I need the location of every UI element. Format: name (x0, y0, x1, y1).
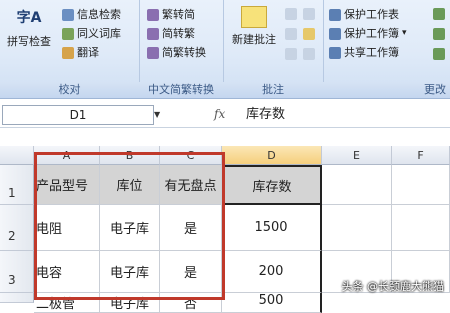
show-all-comments-icon[interactable] (285, 48, 297, 60)
convert-button[interactable]: 简繁转换 (147, 44, 206, 61)
chinese-conversion-group-title: 中文简繁转换 (139, 82, 223, 98)
ribbon: 字A 拼写检查 信息检索 同义词库 翻译 校对 繁转简 简转繁 简繁转换 中文简… (0, 0, 450, 99)
cell-a4[interactable]: 二极管 (34, 293, 100, 313)
cell-a1[interactable]: 产品型号 (34, 165, 100, 205)
to-simplified-button[interactable]: 繁转简 (147, 6, 195, 23)
cell-d1-selected[interactable]: 库存数 (222, 165, 322, 205)
fx-icon[interactable]: fx (214, 107, 225, 121)
name-box[interactable]: D1 (2, 105, 154, 125)
cell-a3[interactable]: 电容 (34, 251, 100, 293)
next-comment-icon[interactable] (285, 28, 297, 40)
proofing-group-title: 校对 (0, 82, 139, 98)
column-header-f[interactable]: F (392, 146, 450, 165)
cell-c1[interactable]: 有无盘点 (160, 165, 222, 205)
comments-group-title: 批注 (223, 82, 323, 98)
spell-check-label: 拼写检查 (7, 35, 51, 48)
new-comment-label: 新建批注 (232, 33, 276, 46)
cell-b3[interactable]: 电子库 (100, 251, 160, 293)
chinese-conversion-group: 繁转简 简转繁 简繁转换 中文简繁转换 (139, 0, 224, 98)
changes-group-title: 更改 (323, 82, 450, 98)
formula-input[interactable]: 库存数 (246, 105, 285, 125)
show-ink-icon[interactable] (303, 48, 315, 60)
convert-icon (147, 46, 159, 59)
watermark-text: 头条 @长颈鹿大熊猫 (341, 280, 445, 293)
watermark: 头条 @长颈鹿大熊猫 (342, 278, 445, 294)
cell-e1[interactable] (322, 165, 392, 205)
research-label: 信息检索 (77, 8, 121, 21)
cell-a2[interactable]: 电阻 (34, 205, 100, 251)
protect-sheet-button[interactable]: 保护工作表 (329, 6, 399, 23)
to-traditional-icon (147, 27, 159, 40)
cell-e2[interactable] (322, 205, 392, 251)
protect-workbook-button[interactable]: 保护工作簿 ▾ (329, 25, 407, 42)
column-header-b[interactable]: B (100, 146, 160, 165)
row-header-1[interactable]: 1 (0, 165, 34, 205)
cell-c4[interactable]: 否 (160, 293, 222, 313)
thesaurus-icon (62, 27, 74, 40)
translate-button[interactable]: 翻译 (62, 44, 99, 61)
proofing-group: 字A 拼写检查 信息检索 同义词库 翻译 校对 (0, 0, 140, 98)
research-button[interactable]: 信息检索 (62, 6, 121, 23)
cell-b2[interactable]: 电子库 (100, 205, 160, 251)
spell-check-icon: 字A (16, 10, 42, 26)
to-simplified-label: 繁转简 (162, 8, 195, 21)
protect-share-icon[interactable] (433, 48, 445, 60)
cell-d3[interactable]: 200 (222, 251, 322, 293)
delete-comment-icon[interactable] (303, 8, 315, 20)
cell-d4[interactable]: 500 (222, 293, 322, 313)
select-all-corner[interactable] (0, 146, 34, 165)
track-changes-icon[interactable] (433, 28, 445, 40)
cell-c2[interactable]: 是 (160, 205, 222, 251)
cell-f1[interactable] (392, 165, 450, 205)
cell-b4[interactable]: 电子库 (100, 293, 160, 313)
to-traditional-label: 简转繁 (162, 27, 195, 40)
share-workbook-button[interactable]: 共享工作簿 (329, 44, 399, 61)
cell-f2[interactable] (392, 205, 450, 251)
translate-icon (62, 46, 74, 59)
to-traditional-button[interactable]: 简转繁 (147, 25, 195, 42)
convert-label: 简繁转换 (162, 46, 206, 59)
name-box-dropdown-icon[interactable]: ▼ (154, 110, 160, 119)
translate-label: 翻译 (77, 46, 99, 59)
show-comment-icon[interactable] (303, 28, 315, 40)
share-workbook-icon (329, 46, 341, 59)
thesaurus-button[interactable]: 同义词库 (62, 25, 121, 42)
cell-d2[interactable]: 1500 (222, 205, 322, 251)
row-header-2[interactable]: 2 (0, 205, 34, 251)
share-workbook-label: 共享工作簿 (344, 46, 399, 59)
new-comment-icon (241, 6, 267, 28)
protect-workbook-label: 保护工作簿 (344, 27, 399, 40)
chevron-down-icon: ▾ (402, 28, 407, 38)
column-header-a[interactable]: A (34, 146, 100, 165)
protect-workbook-icon (329, 27, 341, 40)
column-header-e[interactable]: E (322, 146, 392, 165)
changes-group: 保护工作表 保护工作簿 ▾ 共享工作簿 更改 (323, 0, 450, 98)
previous-comment-icon[interactable] (285, 8, 297, 20)
protect-sheet-label: 保护工作表 (344, 8, 399, 21)
thesaurus-label: 同义词库 (77, 27, 121, 40)
protect-sheet-icon (329, 8, 341, 21)
formula-bar: D1 ▼ fx 库存数 (0, 103, 450, 128)
comments-group: 新建批注 批注 (223, 0, 324, 98)
new-comment-button[interactable]: 新建批注 (227, 6, 281, 47)
column-header-c[interactable]: C (160, 146, 222, 165)
row-header-3[interactable]: 3 (0, 251, 34, 293)
research-icon (62, 8, 74, 21)
row-header-4[interactable] (0, 293, 34, 303)
column-header-d[interactable]: D (222, 146, 322, 165)
cell-b1[interactable]: 库位 (100, 165, 160, 205)
to-simplified-icon (147, 8, 159, 21)
allow-edit-ranges-icon[interactable] (433, 8, 445, 20)
spell-check-button[interactable]: 字A 拼写检查 (4, 6, 54, 49)
cell-c3[interactable]: 是 (160, 251, 222, 293)
